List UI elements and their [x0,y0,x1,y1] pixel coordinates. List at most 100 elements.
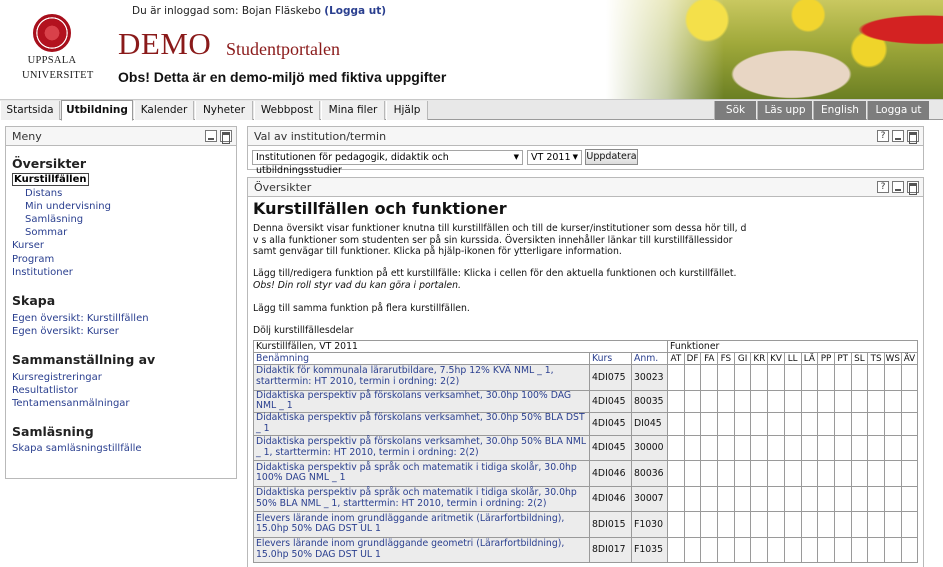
minimize-icon[interactable] [892,130,904,142]
tab-mina-filer[interactable]: Mina filer [321,101,385,120]
function-cell[interactable] [750,536,769,564]
function-cell[interactable] [700,434,719,462]
function-cell[interactable] [833,389,852,414]
function-cell[interactable] [767,412,785,436]
logout-button[interactable]: Logga ut [867,101,929,120]
function-cell[interactable] [717,364,735,391]
function-cell[interactable] [717,485,735,513]
function-cell[interactable] [733,364,752,391]
menu-item-egen-kurstillfallen[interactable]: Egen översikt: Kurstillfällen [12,313,149,324]
function-cell[interactable] [783,434,802,462]
function-cell[interactable] [850,460,869,487]
tab-startsida[interactable]: Startsida [0,101,60,120]
function-cell[interactable] [683,412,702,436]
function-cell[interactable] [733,389,752,414]
function-cell[interactable] [850,434,869,462]
menu-item-kurstillfallen[interactable]: Kurstillfällen [12,173,89,186]
function-cell[interactable] [817,485,835,513]
function-cell[interactable] [867,412,885,436]
course-instance-link[interactable]: Didaktiska perspektiv på språk och matem… [253,485,590,513]
function-cell[interactable] [900,485,919,513]
menu-item-samlasning[interactable]: Samläsning [25,214,83,225]
function-cell[interactable] [833,412,852,436]
function-cell[interactable] [733,460,752,487]
function-cell[interactable] [867,389,885,414]
function-cell[interactable] [683,434,702,462]
function-cell[interactable] [783,460,802,487]
function-cell[interactable] [900,364,919,391]
search-button[interactable]: Sök [714,101,756,120]
function-cell[interactable] [783,412,802,436]
function-cell[interactable] [867,511,885,538]
function-cell[interactable] [800,536,819,564]
maximize-icon[interactable] [907,181,919,193]
function-cell[interactable] [883,434,902,462]
function-cell[interactable] [817,511,835,538]
function-cell[interactable] [817,434,835,462]
function-cell[interactable] [833,536,852,564]
function-cell[interactable] [800,389,819,414]
add-function-link[interactable]: Lägg till samma funktion på flera kursti… [253,303,753,315]
institution-select[interactable]: Institutionen för pedagogik, didaktik oc… [252,150,523,176]
maximize-icon[interactable] [220,130,232,142]
function-cell[interactable] [883,485,902,513]
course-instance-link[interactable]: Didaktiska perspektiv på språk och matem… [253,460,590,487]
function-cell[interactable] [833,434,852,462]
function-cell[interactable] [683,389,702,414]
function-cell[interactable] [800,412,819,436]
function-cell[interactable] [767,460,785,487]
function-cell[interactable] [850,536,869,564]
menu-item-resultatlistor[interactable]: Resultatlistor [12,385,78,396]
function-cell[interactable] [667,536,685,564]
function-cell[interactable] [683,536,702,564]
function-cell[interactable] [750,511,769,538]
function-cell[interactable] [700,460,719,487]
col-name-header[interactable]: Benämning [253,352,590,365]
function-cell[interactable] [700,412,719,436]
function-cell[interactable] [783,485,802,513]
function-cell[interactable] [750,485,769,513]
function-cell[interactable] [817,460,835,487]
update-button[interactable]: Uppdatera [585,149,638,165]
course-instance-link[interactable]: Didaktiska perspektiv på förskolans verk… [253,389,590,414]
function-cell[interactable] [800,434,819,462]
function-cell[interactable] [767,389,785,414]
help-icon[interactable]: ? [877,181,889,193]
function-cell[interactable] [783,364,802,391]
function-cell[interactable] [850,412,869,436]
function-cell[interactable] [767,536,785,564]
menu-item-tentamensanmalningar[interactable]: Tentamensanmälningar [12,398,130,409]
function-cell[interactable] [767,485,785,513]
function-cell[interactable] [867,460,885,487]
function-cell[interactable] [883,389,902,414]
minimize-icon[interactable] [892,181,904,193]
function-cell[interactable] [717,434,735,462]
function-cell[interactable] [750,412,769,436]
function-cell[interactable] [883,536,902,564]
function-cell[interactable] [733,485,752,513]
course-instance-link[interactable]: Didaktik för kommunala lärarutbildare, 7… [253,364,590,391]
tab-nyheter[interactable]: Nyheter [195,101,253,120]
function-cell[interactable] [783,536,802,564]
menu-item-kursregistreringar[interactable]: Kursregistreringar [12,372,102,383]
function-cell[interactable] [750,364,769,391]
menu-item-skapa-samlasning[interactable]: Skapa samläsningstillfälle [12,443,142,454]
function-cell[interactable] [717,511,735,538]
menu-item-distans[interactable]: Distans [25,188,62,199]
function-cell[interactable] [800,460,819,487]
function-cell[interactable] [717,412,735,436]
menu-item-sommar[interactable]: Sommar [25,227,67,238]
function-cell[interactable] [767,434,785,462]
help-icon[interactable]: ? [877,130,889,142]
function-cell[interactable] [733,536,752,564]
function-cell[interactable] [900,460,919,487]
function-cell[interactable] [850,364,869,391]
function-cell[interactable] [800,511,819,538]
tab-webbpost[interactable]: Webbpost [254,101,320,120]
function-cell[interactable] [667,460,685,487]
minimize-icon[interactable] [205,130,217,142]
function-cell[interactable] [900,511,919,538]
function-cell[interactable] [817,364,835,391]
course-instance-link[interactable]: Elevers lärande inom grundläggande aritm… [253,511,590,538]
function-cell[interactable] [867,364,885,391]
